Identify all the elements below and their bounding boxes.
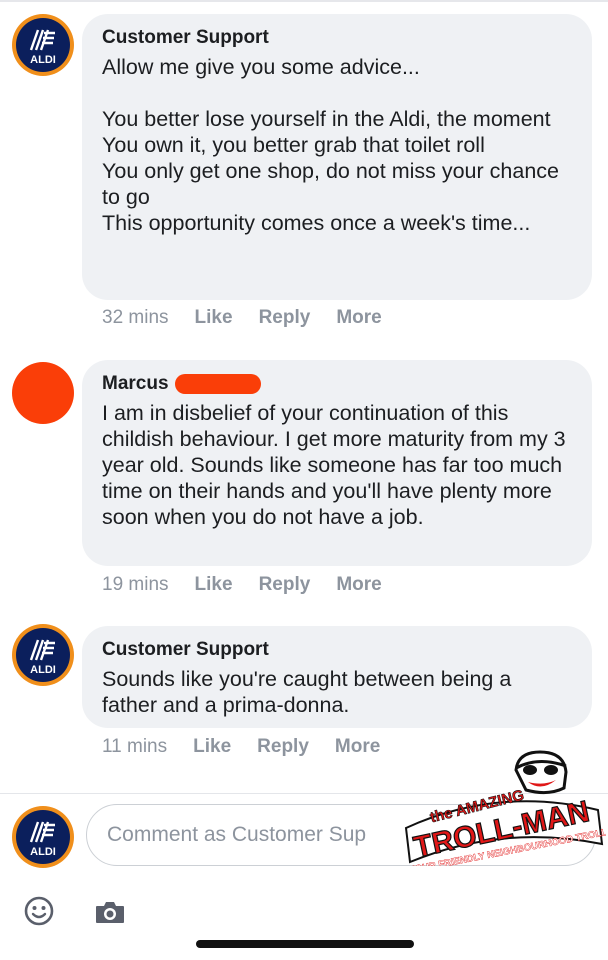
- svg-text:ALDI: ALDI: [30, 54, 56, 66]
- reply-button[interactable]: Reply: [259, 574, 311, 596]
- comment-bubble: Customer Support Sounds like you're caug…: [82, 626, 592, 728]
- like-button[interactable]: Like: [195, 574, 233, 596]
- svg-text:ALDI: ALDI: [30, 846, 56, 858]
- reply-button[interactable]: Reply: [257, 736, 309, 758]
- svg-text:ALDI: ALDI: [30, 664, 56, 676]
- comment-bubble: Customer Support Allow me give you some …: [82, 14, 592, 300]
- comment-bubble: Marcus I am in disbelief of your continu…: [82, 360, 592, 566]
- comment-actions: 19 mins Like Reply More: [102, 574, 382, 596]
- comment-text: I am in disbelief of your continuation o…: [102, 401, 572, 529]
- troll-man-watermark: the AMAZING TROLL-MAN YOUR FRIENDLY NEIG…: [398, 748, 608, 877]
- aldi-logo-icon: ALDI: [29, 29, 56, 66]
- comment-timestamp[interactable]: 32 mins: [102, 307, 169, 329]
- comment-timestamp[interactable]: 11 mins: [102, 736, 167, 758]
- comment-actions: 32 mins Like Reply More: [102, 307, 382, 329]
- troll-man-logo-icon: the AMAZING TROLL-MAN YOUR FRIENDLY NEIG…: [404, 750, 608, 877]
- more-button[interactable]: More: [335, 736, 380, 758]
- aldi-logo-icon: ALDI: [29, 639, 56, 676]
- comment-author[interactable]: Marcus: [102, 372, 169, 396]
- camera-icon[interactable]: [94, 899, 126, 930]
- comment-author-row: Marcus: [102, 372, 572, 396]
- comment-author[interactable]: Customer Support: [102, 26, 572, 50]
- home-indicator[interactable]: [196, 940, 414, 948]
- aldi-avatar[interactable]: ALDI: [12, 624, 74, 686]
- more-button[interactable]: More: [336, 307, 381, 329]
- top-divider: [0, 0, 608, 2]
- like-button[interactable]: Like: [193, 736, 231, 758]
- comment-actions: 11 mins Like Reply More: [102, 736, 380, 758]
- comment-author[interactable]: Customer Support: [102, 638, 572, 662]
- composer-avatar: ALDI: [12, 806, 74, 868]
- troll-face-icon: [514, 750, 568, 795]
- user-avatar[interactable]: [12, 362, 74, 424]
- aldi-avatar[interactable]: ALDI: [12, 14, 74, 76]
- smiley-icon[interactable]: [24, 896, 54, 931]
- redaction-mark: [174, 374, 261, 394]
- more-button[interactable]: More: [336, 574, 381, 596]
- comment-input-placeholder: Comment as Customer Sup: [107, 823, 367, 846]
- reply-button[interactable]: Reply: [259, 307, 311, 329]
- comment-timestamp[interactable]: 19 mins: [102, 574, 169, 596]
- aldi-logo-icon: ALDI: [29, 821, 56, 858]
- comment-text: Sounds like you're caught between being …: [102, 667, 518, 717]
- like-button[interactable]: Like: [195, 307, 233, 329]
- comment-text: Allow me give you some advice... You bet…: [102, 55, 559, 235]
